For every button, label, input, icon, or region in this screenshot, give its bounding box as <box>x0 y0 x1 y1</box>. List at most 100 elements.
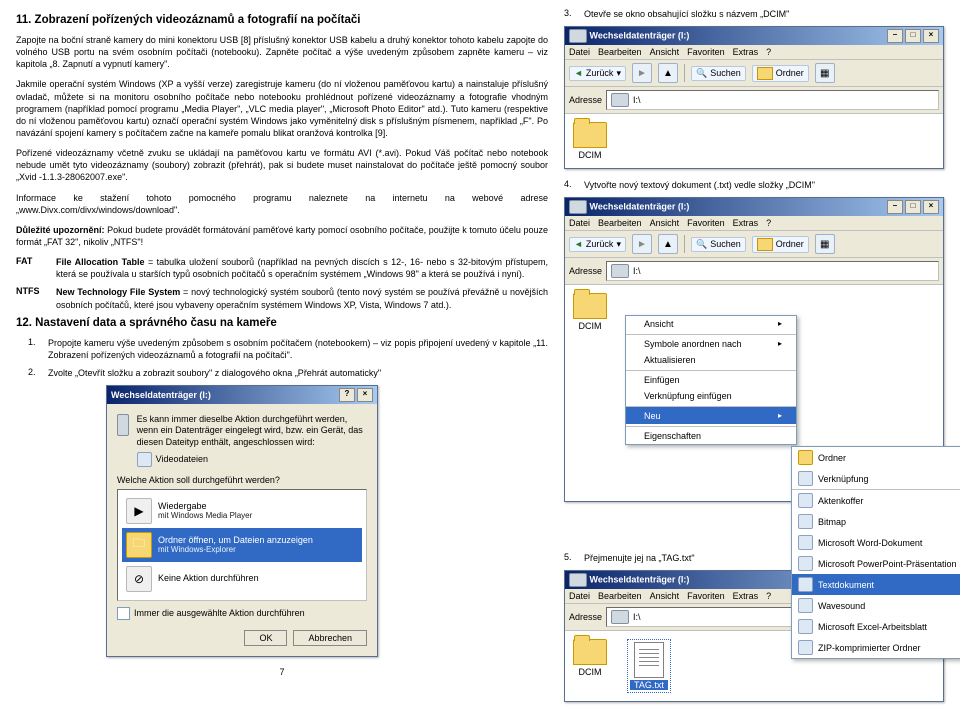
menu-datei[interactable]: Datei <box>569 218 590 228</box>
disk-icon <box>569 573 587 587</box>
autoplay-intro: Es kann immer dieselbe Aktion durchgefüh… <box>137 414 367 448</box>
address-label: Adresse <box>569 95 602 105</box>
disk-icon <box>569 29 587 43</box>
section-11-p3: Pořízené videozáznamy včetně zvuku se uk… <box>16 147 548 183</box>
folder-icon <box>573 293 607 319</box>
ctx-eigenschaften[interactable]: Eigenschaften <box>626 426 796 444</box>
dcim-folder[interactable]: DCIM <box>573 639 607 677</box>
max-button[interactable]: □ <box>905 200 921 214</box>
word-icon <box>798 535 813 550</box>
close-button[interactable]: × <box>923 29 939 43</box>
max-button[interactable]: □ <box>905 29 921 43</box>
min-button[interactable]: – <box>887 29 903 43</box>
views-icon[interactable]: ▦ <box>815 63 835 83</box>
ctx-aktualisieren[interactable]: Aktualisieren <box>626 352 796 368</box>
cancel-button[interactable]: Abbrechen <box>293 630 367 646</box>
address-field[interactable]: I:\ <box>606 90 939 110</box>
up-icon[interactable]: ▲ <box>658 234 678 254</box>
back-button[interactable]: ◄ Zurück ▾ <box>569 66 626 81</box>
search-button[interactable]: 🔍 Suchen <box>691 66 746 81</box>
close-button[interactable]: × <box>923 200 939 214</box>
ctx-neu[interactable]: Neu <box>626 406 796 424</box>
menu-favoriten[interactable]: Favoriten <box>687 47 725 57</box>
sub-wave[interactable]: Wavesound <box>792 595 960 616</box>
autoplay-question: Welche Aktion soll durchgeführt werden? <box>117 475 367 485</box>
sub-excel[interactable]: Microsoft Excel-Arbeitsblatt <box>792 616 960 637</box>
dcim-folder[interactable]: DCIM <box>573 293 607 331</box>
always-checkbox[interactable] <box>117 607 130 620</box>
disk-icon <box>611 93 629 107</box>
noaction-icon: ⊘ <box>126 566 152 592</box>
close-button[interactable]: × <box>357 388 373 402</box>
step-5-num: 5. <box>564 552 578 564</box>
step-2-num: 2. <box>28 367 42 379</box>
autoplay-option-none[interactable]: ⊘ Keine Aktion durchführen <box>122 562 362 596</box>
forward-icon[interactable]: ► <box>632 234 652 254</box>
menu-bearbeiten[interactable]: Bearbeiten <box>598 591 642 601</box>
dcim-folder[interactable]: DCIM <box>573 122 607 160</box>
sub-ppt[interactable]: Microsoft PowerPoint-Präsentation <box>792 553 960 574</box>
autoplay-option-open-folder[interactable]: 🗀 Ordner öffnen, um Dateien anzuzeigen m… <box>122 528 362 562</box>
tag-txt-file[interactable]: TAG.txt <box>627 639 671 693</box>
sub-zip[interactable]: ZIP-komprimierter Ordner <box>792 637 960 658</box>
sub-ordner[interactable]: Ordner <box>792 447 960 468</box>
folders-button[interactable]: Ordner <box>752 236 809 253</box>
menu-help[interactable]: ? <box>766 47 771 57</box>
address-value: I:\ <box>633 612 641 622</box>
menu-ansicht[interactable]: Ansicht <box>650 218 680 228</box>
views-icon[interactable]: ▦ <box>815 234 835 254</box>
help-button[interactable]: ? <box>339 388 355 402</box>
ctx-einfugen[interactable]: Einfügen <box>626 370 796 388</box>
menu-favoriten[interactable]: Favoriten <box>687 218 725 228</box>
ctx-verknupfung-einfugen[interactable]: Verknüpfung einfügen <box>626 388 796 404</box>
address-value: I:\ <box>633 266 641 276</box>
min-button[interactable]: – <box>887 200 903 214</box>
disk-icon <box>611 264 629 278</box>
menu-ansicht[interactable]: Ansicht <box>650 591 680 601</box>
up-icon[interactable]: ▲ <box>658 63 678 83</box>
ppt-icon <box>798 556 813 571</box>
briefcase-icon <box>798 493 813 508</box>
section-11-p2: Jakmile operační systém Windows (XP a vy… <box>16 78 548 139</box>
folder-icon <box>798 450 813 465</box>
step-1-text: Propojte kameru výše uvedeným způsobem s… <box>48 337 548 361</box>
ok-button[interactable]: OK <box>244 630 287 646</box>
autoplay-option-play[interactable]: ▶ Wiedergabe mit Windows Media Player <box>122 494 362 528</box>
menu-extras[interactable]: Extras <box>733 47 759 57</box>
section-11-p1: Zapojte na boční straně kamery do mini k… <box>16 34 548 70</box>
disk-icon <box>569 200 587 214</box>
section-11-title: 11. Zobrazení pořízených videozáznamů a … <box>16 14 548 26</box>
autoplay-title: Wechseldatenträger (I:) <box>111 390 211 400</box>
folders-button[interactable]: Ordner <box>752 65 809 82</box>
disk-icon <box>117 414 129 436</box>
ctx-symbole[interactable]: Symbole anordnen nach <box>626 334 796 352</box>
menu-extras[interactable]: Extras <box>733 591 759 601</box>
menu-datei[interactable]: Datei <box>569 591 590 601</box>
menu-bearbeiten[interactable]: Bearbeiten <box>598 47 642 57</box>
sub-textdokument[interactable]: Textdokument <box>792 574 960 595</box>
menu-help[interactable]: ? <box>766 218 771 228</box>
menu-bearbeiten[interactable]: Bearbeiten <box>598 218 642 228</box>
menu-datei[interactable]: Datei <box>569 47 590 57</box>
step-2-text: Zvolte „Otevřít složku a zobrazit soubor… <box>48 367 548 379</box>
search-button[interactable]: 🔍 Suchen <box>691 237 746 252</box>
bitmap-icon <box>798 514 813 529</box>
address-value: I:\ <box>633 95 641 105</box>
sub-verknupfung[interactable]: Verknüpfung <box>792 468 960 489</box>
sub-aktenkoffer[interactable]: Aktenkoffer <box>792 489 960 511</box>
sub-word[interactable]: Microsoft Word-Dokument <box>792 532 960 553</box>
forward-icon[interactable]: ► <box>632 63 652 83</box>
section-11-p4: Informace ke stažení tohoto pomocného pr… <box>16 192 548 216</box>
menu-extras[interactable]: Extras <box>733 218 759 228</box>
address-field[interactable]: I:\ <box>606 261 939 281</box>
sub-bitmap[interactable]: Bitmap <box>792 511 960 532</box>
back-button[interactable]: ◄ Zurück ▾ <box>569 237 626 252</box>
zip-icon <box>798 640 813 655</box>
menu-favoriten[interactable]: Favoriten <box>687 591 725 601</box>
menu-ansicht[interactable]: Ansicht <box>650 47 680 57</box>
context-menu: Ansicht Symbole anordnen nach Aktualisie… <box>625 315 797 445</box>
ctx-ansicht[interactable]: Ansicht <box>626 316 796 332</box>
step-1-num: 1. <box>28 337 42 361</box>
section-11-p5: Důležité upozornění: Pokud budete provád… <box>16 224 548 248</box>
menu-help[interactable]: ? <box>766 591 771 601</box>
